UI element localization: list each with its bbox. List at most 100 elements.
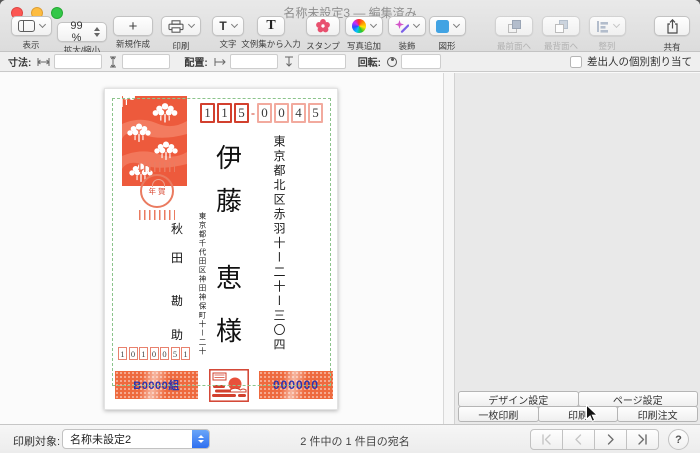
width-field[interactable] xyxy=(54,54,103,69)
color-wheel-icon xyxy=(352,19,366,33)
lottery-group-number: B0000組 xyxy=(133,380,180,392)
main-area: 1 1 5 - 0 0 4 5 東京都北区赤羽十ー二十ー三〇四 伊 藤 恵 様 xyxy=(0,73,700,424)
sender-address[interactable]: 東京都千代田区神田神保町十ー二十 xyxy=(197,212,208,367)
x-position-icon xyxy=(214,57,226,67)
tool-align: 整列 xyxy=(584,16,630,52)
nav-last-button[interactable] xyxy=(626,429,659,450)
send-to-back-icon xyxy=(554,19,568,33)
select-stepper-icon xyxy=(192,430,209,448)
postal-digit: 0 xyxy=(257,103,272,123)
postal-digit: 0 xyxy=(128,347,138,360)
chevron-down-icon xyxy=(369,20,378,29)
plus-icon: + xyxy=(128,17,138,35)
postal-digit: 1 xyxy=(118,347,127,360)
height-measure-icon xyxy=(108,55,118,68)
rotation-dial-icon xyxy=(387,56,398,67)
decoration-button[interactable] xyxy=(388,16,426,36)
help-button[interactable]: ? xyxy=(668,429,689,450)
chevron-down-icon xyxy=(187,20,196,29)
nenga-postmark[interactable]: 年賀 xyxy=(135,162,179,220)
nenga-mark-text: 年賀 xyxy=(148,186,168,196)
sparkle-pencil-icon xyxy=(395,20,409,33)
dimension-label: 寸法: xyxy=(8,58,32,69)
chevron-down-icon xyxy=(612,20,620,29)
postal-digit: 1 xyxy=(217,103,232,123)
tool-shapes: 図形 xyxy=(426,16,468,52)
zoom-value: 99 % xyxy=(70,20,83,44)
shapes-button[interactable] xyxy=(428,16,466,36)
width-measure-icon xyxy=(37,57,51,67)
text-button[interactable]: T xyxy=(212,16,244,36)
stamp-button[interactable] xyxy=(306,16,340,36)
design-canvas[interactable]: 1 1 5 - 0 0 4 5 東京都北区赤羽十ー二十ー三〇四 伊 藤 恵 様 xyxy=(0,73,444,424)
record-status: 2 件中の 1 件目の宛名 xyxy=(300,436,410,448)
hatch-lines-icon xyxy=(139,162,175,172)
prev-record-icon xyxy=(575,434,582,445)
serif-text-icon: T xyxy=(266,18,276,33)
share-button[interactable] xyxy=(654,16,690,36)
view-button[interactable] xyxy=(10,16,52,36)
text-icon: T xyxy=(219,19,227,33)
flower-icon xyxy=(316,19,330,33)
record-navigation xyxy=(530,429,659,450)
tool-bring-to-front: 最前面へ xyxy=(492,16,536,52)
print-target-value: 名称未設定2 xyxy=(70,434,132,446)
print-target-label: 印刷対象: xyxy=(13,436,61,448)
bottom-bar: 印刷対象: 名称未設定2 2 件中の 1 件目の宛名 ? xyxy=(0,424,700,453)
last-record-icon xyxy=(638,434,647,445)
position-label: 配置: xyxy=(184,58,208,69)
sender-postal-code[interactable]: 1 0 1 0 0 5 1 xyxy=(118,347,192,360)
printer-icon xyxy=(168,19,184,33)
lottery-band-right: 000000 xyxy=(259,371,333,399)
tool-view: 表示 xyxy=(8,16,54,51)
postal-digit: 1 xyxy=(139,347,148,360)
postal-digit: 0 xyxy=(149,347,159,360)
recipient-postal-code[interactable]: 1 1 5 - 0 0 4 5 xyxy=(200,103,325,123)
x-position-field[interactable] xyxy=(229,54,278,69)
app-window: 名称未設定3 — 編集済み 表示 99 % 拡大/縮小 + 新規作成 印刷 T … xyxy=(0,0,700,453)
right-panel: デザイン設定 ページ設定 一枚印刷 印刷 印刷注文 xyxy=(455,73,700,424)
new-document-button[interactable]: + xyxy=(113,16,153,36)
recipient-address[interactable]: 東京都北区赤羽十ー二十ー三〇四 xyxy=(271,135,288,375)
sender-assign-checkbox[interactable] xyxy=(570,55,582,68)
align-button xyxy=(588,16,626,36)
nav-prev-button xyxy=(562,429,595,450)
print-button[interactable]: 印刷 xyxy=(537,406,619,422)
tool-decoration: 装飾 xyxy=(386,16,428,52)
postal-digit: 5 xyxy=(234,103,249,123)
print-order-button[interactable]: 印刷注文 xyxy=(617,406,699,422)
phrase-library-button[interactable]: T xyxy=(257,16,285,36)
print-button-toolbar[interactable] xyxy=(161,16,201,36)
tool-new: + 新規作成 xyxy=(111,16,155,50)
send-to-back-button xyxy=(542,16,580,36)
rotation-label: 回転: xyxy=(357,58,382,69)
tool-share: 共有 xyxy=(652,16,692,53)
zoom-stepper[interactable]: 99 % xyxy=(57,20,107,44)
bring-to-front-button xyxy=(495,16,533,36)
design-settings-button[interactable]: デザイン設定 xyxy=(458,391,579,407)
chevron-down-icon xyxy=(38,20,46,29)
y-position-field[interactable] xyxy=(297,54,346,69)
toolbar: 名称未設定3 — 編集済み 表示 99 % 拡大/縮小 + 新規作成 印刷 T … xyxy=(0,0,700,55)
lottery-band-left: B0000組 xyxy=(115,371,198,399)
nav-next-button[interactable] xyxy=(594,429,627,450)
print-one-button[interactable]: 一枚印刷 xyxy=(458,406,539,422)
sunrise-art-icon xyxy=(209,369,249,402)
sender-name[interactable]: 秋 田 勘 助 xyxy=(169,223,185,341)
add-photo-button[interactable] xyxy=(345,16,383,36)
tool-add-photo: 写真追加 xyxy=(343,16,385,52)
lottery-band-art xyxy=(209,369,249,407)
splitter[interactable] xyxy=(444,73,455,424)
page-settings-button[interactable]: ページ設定 xyxy=(577,391,698,407)
recipient-name[interactable]: 伊 藤 恵 様 xyxy=(213,146,245,345)
chevron-down-icon xyxy=(230,20,238,29)
print-target-select[interactable]: 名称未設定2 xyxy=(62,429,210,449)
tool-print: 印刷 xyxy=(159,16,203,52)
postal-digit: 5 xyxy=(170,347,180,360)
rotation-field[interactable] xyxy=(401,54,442,69)
panel-buttons: デザイン設定 ページ設定 一枚印刷 印刷 印刷注文 xyxy=(458,391,699,422)
align-icon xyxy=(596,20,608,33)
height-field[interactable] xyxy=(122,54,171,69)
nenga-circle-icon: 年賀 xyxy=(140,174,174,208)
postal-digit: 1 xyxy=(181,347,190,360)
